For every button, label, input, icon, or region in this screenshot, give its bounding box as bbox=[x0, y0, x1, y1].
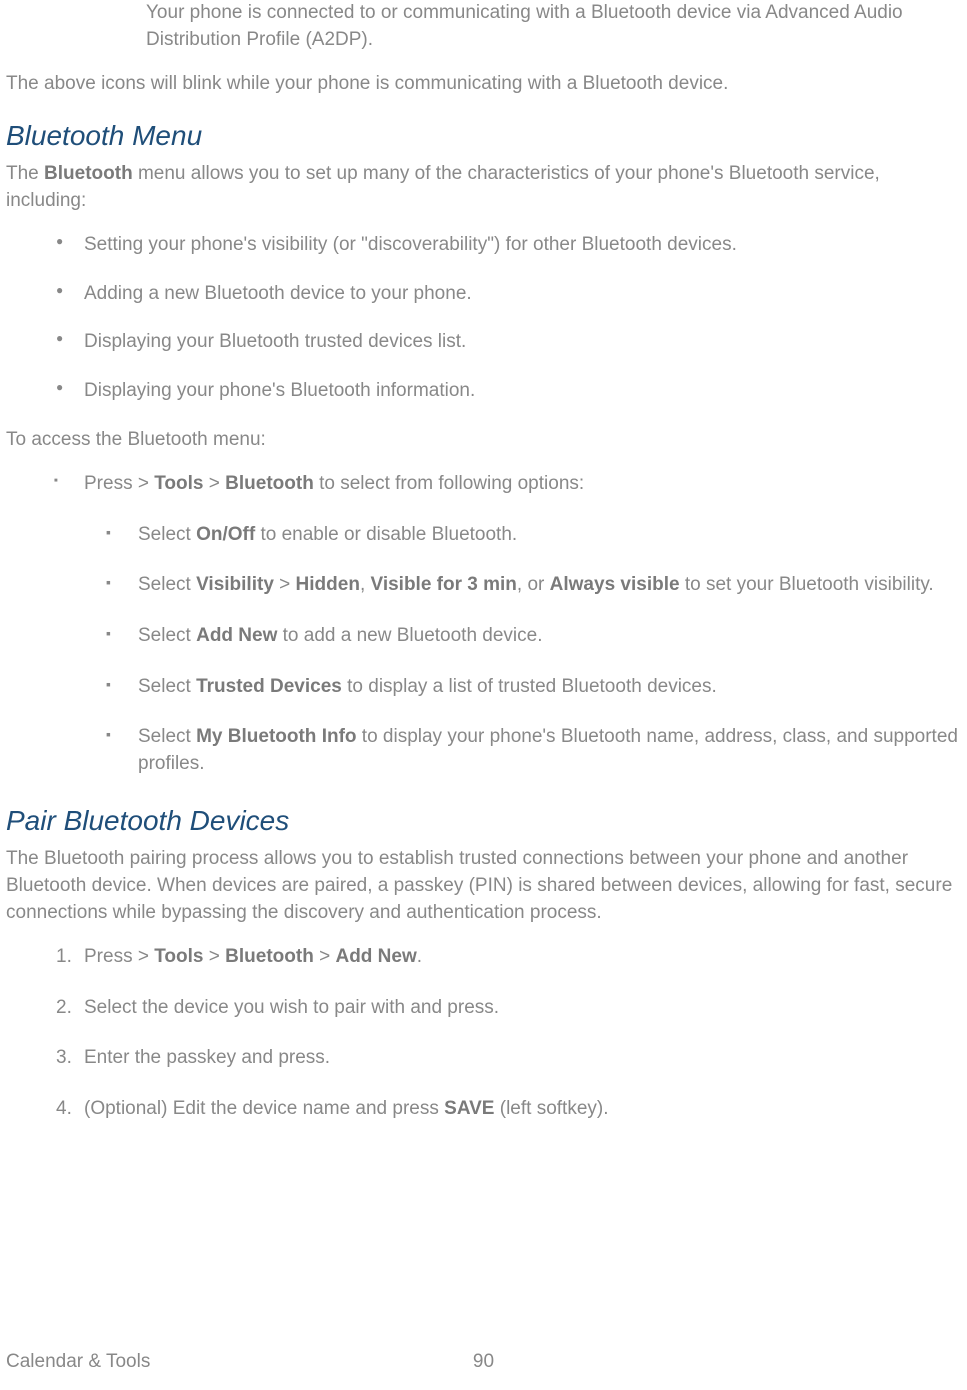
bluetooth-menu-intro: The Bluetooth menu allows you to set up … bbox=[6, 161, 961, 214]
text-bold: Tools bbox=[154, 473, 203, 494]
text-fragment: to set your Bluetooth visibility. bbox=[680, 574, 934, 595]
page-number: 90 bbox=[473, 1349, 494, 1376]
option-item: Select Visibility > Hidden, Visible for … bbox=[106, 572, 961, 599]
bullet-item: Displaying your phone's Bluetooth inform… bbox=[56, 378, 961, 405]
pair-bluetooth-intro: The Bluetooth pairing process allows you… bbox=[6, 846, 961, 926]
a2dp-description: Your phone is connected to or communicat… bbox=[146, 0, 961, 53]
bluetooth-options: Select On/Off to enable or disable Bluet… bbox=[106, 522, 961, 778]
text-bold: On/Off bbox=[196, 524, 255, 545]
text-bold: Bluetooth bbox=[44, 163, 133, 184]
text-fragment: Select bbox=[138, 625, 196, 646]
text-bold: Add New bbox=[335, 946, 416, 967]
pair-steps: Press > Tools > Bluetooth > Add New. Sel… bbox=[56, 944, 961, 1122]
bullet-item: Adding a new Bluetooth device to your ph… bbox=[56, 281, 961, 308]
option-item: Select Trusted Devices to display a list… bbox=[106, 674, 961, 701]
text-bold: Always visible bbox=[550, 574, 680, 595]
bluetooth-menu-heading: Bluetooth Menu bbox=[6, 116, 961, 155]
text-fragment: to select from following options: bbox=[314, 473, 584, 494]
text-bold: Visible for 3 min bbox=[371, 574, 517, 595]
text-fragment: (Optional) Edit the device name and pres… bbox=[84, 1098, 444, 1119]
bullet-item: Setting your phone's visibility (or "dis… bbox=[56, 232, 961, 259]
text-fragment: Press > bbox=[84, 946, 154, 967]
text-fragment: Select bbox=[138, 524, 196, 545]
bullet-item: Displaying your Bluetooth trusted device… bbox=[56, 329, 961, 356]
text-bold: Tools bbox=[154, 946, 203, 967]
text-bold: My Bluetooth Info bbox=[196, 726, 356, 747]
footer-section: Calendar & Tools bbox=[6, 1351, 150, 1372]
text-fragment: to enable or disable Bluetooth. bbox=[255, 524, 517, 545]
pair-bluetooth-heading: Pair Bluetooth Devices bbox=[6, 801, 961, 840]
text-fragment: > bbox=[314, 946, 336, 967]
text-fragment: Press > bbox=[84, 473, 154, 494]
text-bold: Visibility bbox=[196, 574, 274, 595]
text-fragment: Select bbox=[138, 726, 196, 747]
bluetooth-menu-bullets: Setting your phone's visibility (or "dis… bbox=[56, 232, 961, 404]
text-fragment: , bbox=[360, 574, 371, 595]
press-step: Press > Tools > Bluetooth to select from… bbox=[56, 471, 961, 498]
text-fragment: Select bbox=[138, 676, 196, 697]
text-bold: Trusted Devices bbox=[196, 676, 342, 697]
text-fragment: to add a new Bluetooth device. bbox=[277, 625, 542, 646]
option-item: Select Add New to add a new Bluetooth de… bbox=[106, 623, 961, 650]
text-bold: Hidden bbox=[296, 574, 360, 595]
text-fragment: > bbox=[204, 473, 226, 494]
text-fragment: Select bbox=[138, 574, 196, 595]
text-fragment: > bbox=[204, 946, 226, 967]
text-fragment: menu allows you to set up many of the ch… bbox=[6, 163, 880, 211]
text-fragment: , or bbox=[517, 574, 550, 595]
numbered-step: (Optional) Edit the device name and pres… bbox=[56, 1096, 961, 1123]
numbered-step: Enter the passkey and press. bbox=[56, 1045, 961, 1072]
text-bold: Bluetooth bbox=[225, 473, 314, 494]
numbered-step: Select the device you wish to pair with … bbox=[56, 995, 961, 1022]
blink-description: The above icons will blink while your ph… bbox=[6, 71, 961, 98]
text-fragment: The bbox=[6, 163, 44, 184]
option-item: Select On/Off to enable or disable Bluet… bbox=[106, 522, 961, 549]
text-fragment: to display a list of trusted Bluetooth d… bbox=[342, 676, 717, 697]
text-bold: Bluetooth bbox=[225, 946, 314, 967]
text-bold: Add New bbox=[196, 625, 277, 646]
text-fragment: (left softkey). bbox=[494, 1098, 608, 1119]
page-footer: Calendar & Tools 90 bbox=[6, 1349, 961, 1376]
option-item: Select My Bluetooth Info to display your… bbox=[106, 724, 961, 777]
text-fragment: > bbox=[274, 574, 296, 595]
text-fragment: . bbox=[417, 946, 422, 967]
access-step: Press > Tools > Bluetooth to select from… bbox=[56, 471, 961, 498]
text-bold: SAVE bbox=[444, 1098, 494, 1119]
numbered-step: Press > Tools > Bluetooth > Add New. bbox=[56, 944, 961, 971]
access-bluetooth-label: To access the Bluetooth menu: bbox=[6, 427, 961, 454]
